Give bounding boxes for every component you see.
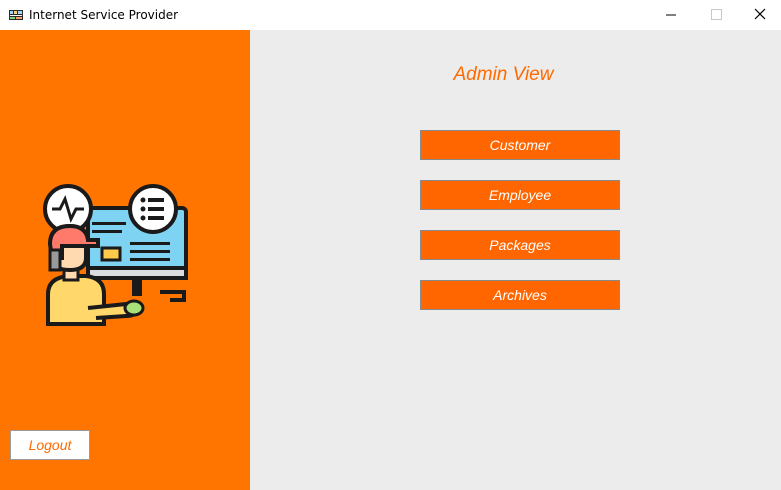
employee-button[interactable]: Employee: [420, 180, 620, 210]
sidebar: Logout: [0, 30, 250, 490]
title-bar: Internet Service Provider: [0, 0, 781, 30]
page-title: Admin View: [453, 64, 554, 85]
maximize-icon[interactable]: [693, 0, 738, 30]
customer-button[interactable]: Customer: [420, 130, 620, 160]
minimize-icon[interactable]: [648, 0, 693, 30]
main-panel: Admin View Customer Employee Packages Ar…: [250, 30, 781, 490]
close-icon[interactable]: [737, 0, 781, 30]
technician-computer-illustration: [43, 184, 188, 326]
packages-button[interactable]: Packages: [420, 230, 620, 260]
archives-button[interactable]: Archives: [420, 280, 620, 310]
network-app-icon: [9, 10, 23, 20]
logout-button[interactable]: Logout: [10, 430, 90, 460]
window-title: Internet Service Provider: [29, 8, 179, 22]
